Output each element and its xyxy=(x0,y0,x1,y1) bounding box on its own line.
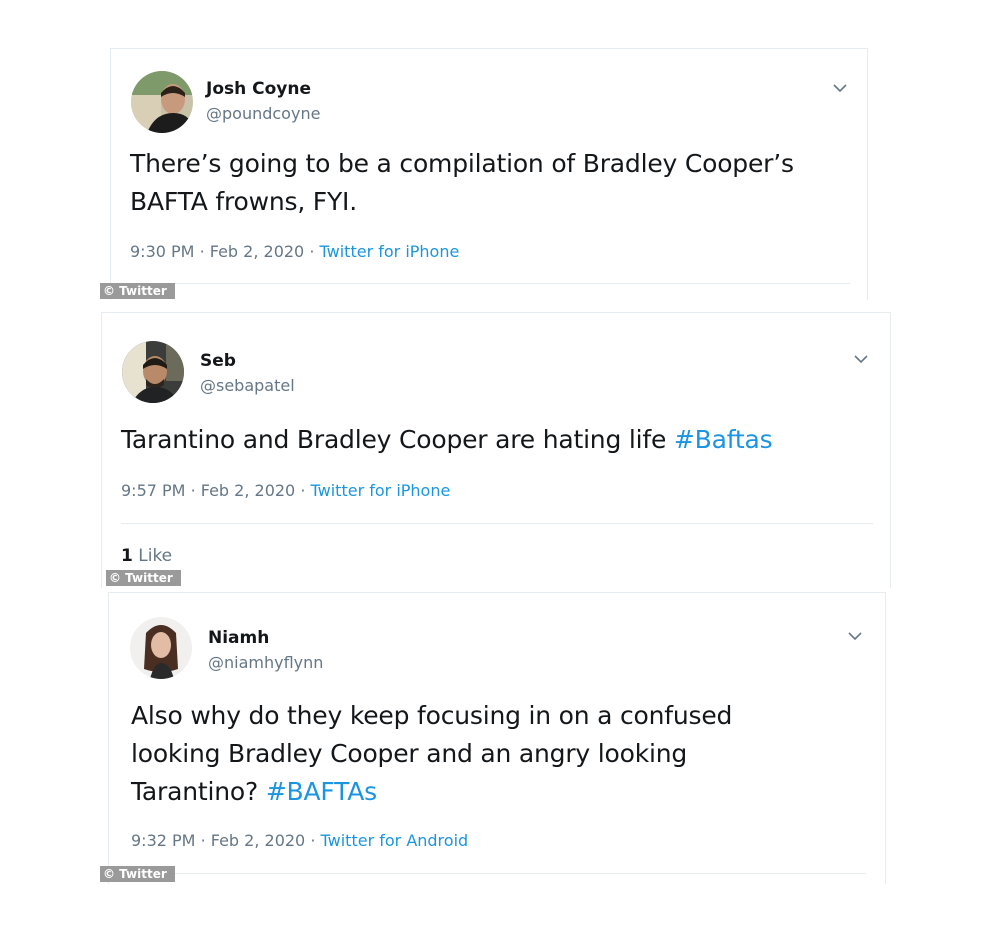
avatar[interactable] xyxy=(130,617,192,679)
divider xyxy=(131,873,866,874)
tweet-date[interactable]: Feb 2, 2020 xyxy=(211,831,305,850)
likes-count[interactable]: 1 Like xyxy=(121,546,172,566)
tweet-text: There’s going to be a compilation of Bra… xyxy=(130,145,845,221)
chevron-down-icon[interactable] xyxy=(852,353,870,365)
tweet-meta: 9:32 PM · Feb 2, 2020 · Twitter for Andr… xyxy=(131,831,468,850)
user-handle[interactable]: @sebapatel xyxy=(200,376,295,395)
display-name[interactable]: Josh Coyne xyxy=(206,79,311,99)
tweet-text: Also why do they keep focusing in on a c… xyxy=(131,697,791,811)
credit-badge: © Twitter xyxy=(100,283,175,299)
tweet-card: Josh Coyne @poundcoyne There’s going to … xyxy=(110,48,868,300)
chevron-down-icon[interactable] xyxy=(846,630,864,642)
credit-badge: © Twitter xyxy=(100,866,175,882)
hashtag-link[interactable]: #Baftas xyxy=(674,425,773,454)
tweet-meta: 9:57 PM · Feb 2, 2020 · Twitter for iPho… xyxy=(121,481,450,500)
tweet-card: Niamh @niamhyflynn Also why do they keep… xyxy=(108,592,886,884)
avatar-photo xyxy=(122,341,184,403)
tweet-card: Seb @sebapatel Tarantino and Bradley Coo… xyxy=(101,312,891,588)
display-name[interactable]: Seb xyxy=(200,351,236,371)
avatar-photo xyxy=(130,617,192,679)
tweet-date[interactable]: Feb 2, 2020 xyxy=(201,481,295,500)
tweet-source[interactable]: Twitter for iPhone xyxy=(311,481,451,500)
tweet-date[interactable]: Feb 2, 2020 xyxy=(210,242,304,261)
meta-separator: · xyxy=(310,831,316,850)
meta-separator: · xyxy=(200,831,206,850)
tweet-source[interactable]: Twitter for Android xyxy=(321,831,469,850)
display-name[interactable]: Niamh xyxy=(208,628,269,648)
tweet-source[interactable]: Twitter for iPhone xyxy=(320,242,460,261)
tweet-time[interactable]: 9:57 PM xyxy=(121,481,185,500)
tweet-meta: 9:30 PM · Feb 2, 2020 · Twitter for iPho… xyxy=(130,242,459,261)
tweet-time[interactable]: 9:32 PM xyxy=(131,831,195,850)
tweet-time[interactable]: 9:30 PM xyxy=(130,242,194,261)
avatar-photo xyxy=(131,71,193,133)
chevron-down-icon[interactable] xyxy=(831,82,849,94)
credit-badge: © Twitter xyxy=(106,570,181,586)
avatar[interactable] xyxy=(122,341,184,403)
avatar[interactable] xyxy=(131,71,193,133)
meta-separator: · xyxy=(300,481,306,500)
divider xyxy=(121,523,873,524)
user-handle[interactable]: @poundcoyne xyxy=(206,104,320,123)
like-number: 1 xyxy=(121,546,133,566)
divider xyxy=(130,283,850,284)
meta-separator: · xyxy=(309,242,315,261)
meta-separator: · xyxy=(199,242,205,261)
tweet-text: Tarantino and Bradley Cooper are hating … xyxy=(121,421,861,459)
tweet-body: Tarantino and Bradley Cooper are hating … xyxy=(121,425,674,454)
hashtag-link[interactable]: #BAFTAs xyxy=(266,777,377,806)
user-handle[interactable]: @niamhyflynn xyxy=(208,653,323,672)
tweet-body: There’s going to be a compilation of Bra… xyxy=(130,149,794,216)
tweet-body: Also why do they keep focusing in on a c… xyxy=(131,701,733,806)
like-label: Like xyxy=(138,546,173,566)
meta-separator: · xyxy=(190,481,196,500)
